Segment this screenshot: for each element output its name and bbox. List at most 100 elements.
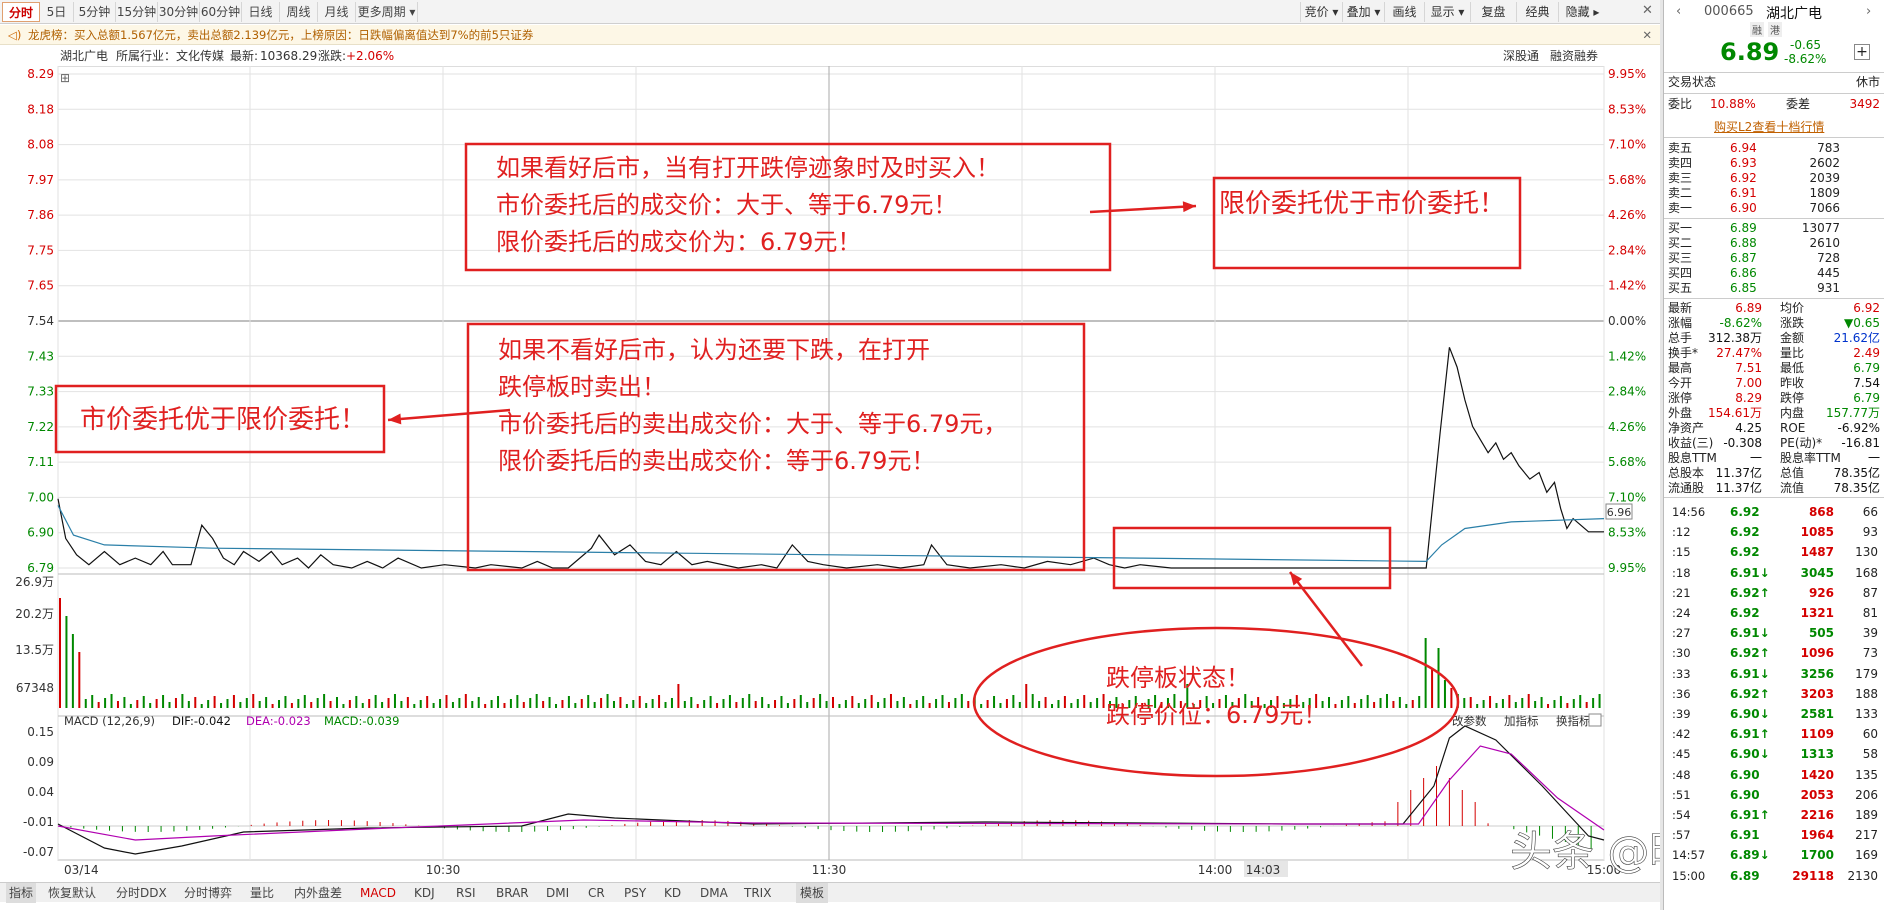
tick-row: :45 6.90↓ 1313 58 bbox=[1668, 745, 1880, 763]
indicator-tab[interactable]: KDJ bbox=[414, 883, 435, 903]
macd-link[interactable]: 加指标 bbox=[1504, 714, 1539, 728]
volume-bar bbox=[78, 652, 81, 708]
toolbar-button[interactable]: 显示 ▾ bbox=[1424, 2, 1470, 22]
ask-row[interactable]: 卖五 6.94 783 bbox=[1668, 141, 1880, 156]
price-tick: 8.08 bbox=[27, 138, 54, 152]
indicator-tab[interactable]: TRIX bbox=[744, 883, 771, 903]
period-tab[interactable]: 周线 bbox=[280, 2, 318, 22]
volume-bar bbox=[870, 695, 873, 708]
volume-bar bbox=[116, 701, 119, 708]
indicator-tab[interactable]: 指标 bbox=[6, 883, 37, 903]
stat-label: 昨收 bbox=[1780, 376, 1805, 390]
indicator-tab[interactable]: 模板 bbox=[796, 883, 829, 903]
indicator-tab[interactable]: 分时DDX bbox=[116, 883, 167, 903]
toolbar-button[interactable]: 经典 bbox=[1516, 2, 1558, 22]
period-tab[interactable]: 更多周期 ▾ bbox=[356, 2, 418, 22]
bid-row[interactable]: 买五 6.85 931 bbox=[1668, 281, 1880, 296]
macd-link[interactable]: 换指标 bbox=[1556, 714, 1591, 728]
volume-bar bbox=[97, 702, 100, 708]
industry-label[interactable]: 所属行业：文化传媒 bbox=[116, 46, 224, 66]
ask-volume: 7066 bbox=[1809, 201, 1840, 215]
nav-next-icon[interactable]: › bbox=[1866, 4, 1871, 19]
volume-bar bbox=[168, 702, 171, 708]
toolbar-button[interactable]: 叠加 ▾ bbox=[1342, 2, 1384, 22]
close-icon[interactable] bbox=[1588, 713, 1602, 727]
nav-prev-icon[interactable]: ‹ bbox=[1676, 4, 1681, 19]
volume-bar bbox=[696, 704, 699, 708]
volume-bar bbox=[1076, 699, 1079, 708]
bid-label: 买二 bbox=[1668, 236, 1693, 250]
bid-row[interactable]: 买二 6.88 2610 bbox=[1668, 236, 1880, 251]
volume-bar bbox=[1592, 698, 1595, 708]
volume-bar bbox=[1340, 700, 1343, 708]
indicator-tab[interactable]: CR bbox=[588, 883, 605, 903]
toolbar-button[interactable]: 复盘 bbox=[1470, 2, 1516, 22]
indicator-tab[interactable]: KD bbox=[664, 883, 681, 903]
volume-bar bbox=[1392, 701, 1395, 708]
period-tab[interactable]: 5分钟 bbox=[74, 2, 116, 22]
add-watchlist-icon[interactable]: + bbox=[1854, 44, 1870, 60]
volume-bar bbox=[896, 701, 899, 708]
volume-bar bbox=[252, 694, 255, 708]
tick-price: 6.91 bbox=[1730, 828, 1760, 843]
volume-bar bbox=[889, 694, 892, 708]
toolbar-button[interactable]: 隐藏 ▸ bbox=[1558, 2, 1606, 22]
ask-row[interactable]: 卖四 6.93 2602 bbox=[1668, 156, 1880, 171]
ask-price: 6.91 bbox=[1730, 186, 1757, 200]
indicator-tab[interactable]: DMA bbox=[700, 883, 728, 903]
bid-row[interactable]: 买三 6.87 728 bbox=[1668, 251, 1880, 266]
stat-label: 最高 bbox=[1668, 361, 1693, 375]
ask-row[interactable]: 卖一 6.90 7066 bbox=[1668, 201, 1880, 216]
volume-bar bbox=[1411, 700, 1414, 708]
indicator-tab[interactable]: PSY bbox=[624, 883, 646, 903]
stat-row: 最新 6.89 均价 6.92 bbox=[1668, 301, 1880, 316]
intraday-chart[interactable]: 8.29 9.95% 8.18 8.53% 8.08 7.10% 7.97 5.68% 7.86… bbox=[0, 66, 1660, 882]
expand-icon[interactable]: ⊞ bbox=[60, 71, 70, 85]
volume-bar bbox=[838, 704, 841, 708]
close-icon[interactable]: ✕ bbox=[1642, 25, 1652, 45]
indicator-tab[interactable]: DMI bbox=[546, 883, 569, 903]
price-tag-text: 6.96 bbox=[1607, 506, 1632, 519]
dragon-text[interactable]: 龙虎榜：买入总额1.567亿元，卖出总额2.139亿元，上榜原因：日跌幅偏离值达… bbox=[28, 28, 533, 42]
bid-row[interactable]: 买一 6.89 13077 bbox=[1668, 221, 1880, 236]
indicator-tab[interactable]: 分时博弈 bbox=[184, 883, 232, 903]
margin-link[interactable]: 融资融券 bbox=[1550, 46, 1598, 66]
bid-row[interactable]: 买四 6.86 445 bbox=[1668, 266, 1880, 281]
toolbar-button[interactable]: 画线 bbox=[1384, 2, 1424, 22]
hk-connect-link[interactable]: 深股通 bbox=[1503, 46, 1539, 66]
volume-bar bbox=[922, 696, 925, 708]
period-tab[interactable]: 5日 bbox=[40, 2, 74, 22]
volume-bar bbox=[220, 703, 223, 708]
indicator-tab[interactable]: 量比 bbox=[250, 883, 274, 903]
macd-tick: 0.15 bbox=[27, 725, 54, 739]
ask-row[interactable]: 卖三 6.92 2039 bbox=[1668, 171, 1880, 186]
close-icon[interactable]: ✕ bbox=[1642, 3, 1658, 19]
toolbar-button[interactable]: 竞价 ▾ bbox=[1300, 2, 1342, 22]
tick-count: 66 bbox=[1862, 505, 1878, 519]
indicator-tab[interactable]: BRAR bbox=[496, 883, 529, 903]
volume-bar bbox=[181, 694, 184, 708]
period-tab[interactable]: 15分钟 bbox=[116, 2, 158, 22]
volume-bar bbox=[1450, 688, 1453, 708]
ask-row[interactable]: 卖二 6.91 1809 bbox=[1668, 186, 1880, 201]
period-tab[interactable]: 日线 bbox=[242, 2, 280, 22]
period-tab[interactable]: 30分钟 bbox=[158, 2, 200, 22]
volume-bar bbox=[716, 703, 719, 708]
indicator-tab[interactable]: MACD bbox=[360, 883, 396, 903]
tick-row: :24 6.92 1321 81 bbox=[1668, 604, 1880, 622]
volume-bar bbox=[297, 699, 300, 708]
indicator-tab[interactable]: 恢复默认 bbox=[48, 883, 96, 903]
period-tab[interactable]: 月线 bbox=[318, 2, 356, 22]
indicator-tab[interactable]: 内外盘差 bbox=[294, 883, 342, 903]
indicator-tab[interactable]: RSI bbox=[456, 883, 476, 903]
volume-bar bbox=[1328, 697, 1331, 708]
period-tab[interactable]: 60分钟 bbox=[200, 2, 242, 22]
volume-bar bbox=[954, 698, 957, 708]
ask-label: 卖四 bbox=[1668, 156, 1693, 170]
quote-panel: ‹ 000665 湖北广电 › 融港 6.89 -0.65 -8.62% + 交易状态 休市 委比 10… bbox=[1663, 0, 1884, 910]
period-tab[interactable]: 分时 bbox=[2, 2, 40, 22]
tick-price: 6.91↓ bbox=[1730, 626, 1770, 641]
macd-link[interactable]: 改参数 bbox=[1452, 714, 1487, 728]
volume-bar bbox=[129, 704, 132, 708]
l2-link[interactable]: 购买L2查看十档行情 bbox=[1714, 118, 1824, 135]
